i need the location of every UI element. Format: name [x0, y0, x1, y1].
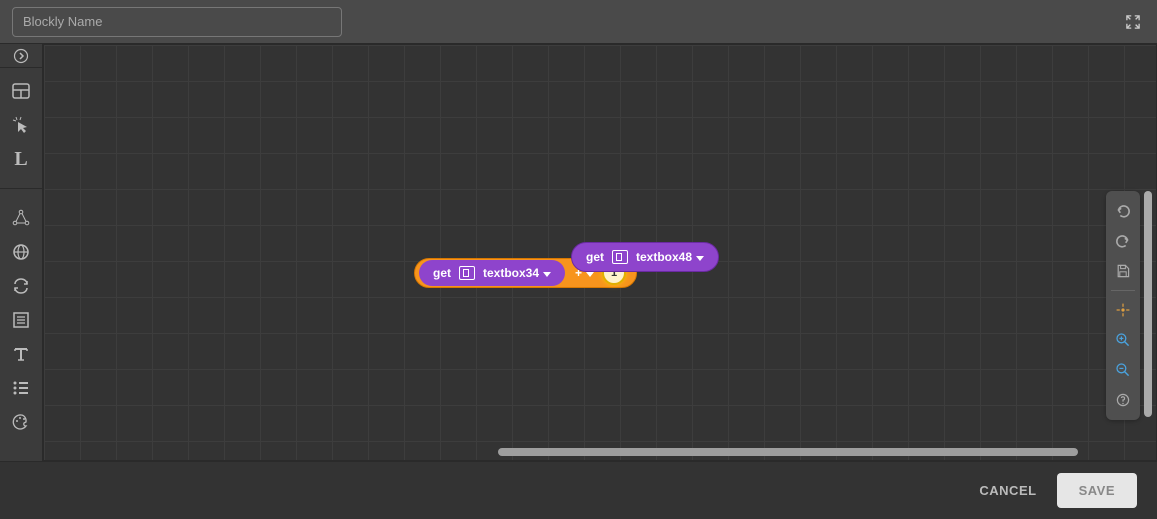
toolbox-item-form[interactable]: [0, 303, 42, 337]
get-variable-block-1[interactable]: get textbox34: [419, 260, 565, 286]
letter-l-icon: L: [14, 148, 27, 171]
globe-icon: [11, 242, 31, 262]
zoom-out-button[interactable]: [1109, 356, 1137, 384]
fullscreen-button[interactable]: [1123, 12, 1143, 32]
horizontal-scrollbar[interactable]: [498, 448, 1078, 456]
blockly-workspace[interactable]: get textbox34 + 1 get textbox48: [43, 44, 1157, 461]
toolbox-divider: [0, 188, 42, 189]
variable-dropdown-1[interactable]: textbox34: [479, 266, 555, 280]
get-label: get: [582, 250, 608, 264]
workspace-actions-panel: [1106, 191, 1140, 420]
chevron-down-icon: [543, 272, 551, 277]
toolbox-item-shape[interactable]: [0, 201, 42, 235]
toolbox-item-logic[interactable]: L: [0, 142, 42, 176]
textbox-icon: [459, 266, 475, 280]
fullscreen-icon: [1126, 15, 1140, 29]
toolbox-group-1: L: [0, 68, 42, 182]
get-variable-block-2[interactable]: get textbox48: [571, 242, 719, 272]
horizontal-scrollbar-track: [44, 448, 1156, 456]
undo-button[interactable]: [1109, 197, 1137, 225]
chevron-down-icon: [586, 272, 594, 277]
main-area: L: [0, 44, 1157, 461]
vertical-scrollbar[interactable]: [1144, 191, 1152, 417]
chevron-right-circle-icon: [13, 48, 29, 64]
footer-bar: CANCEL SAVE: [0, 461, 1157, 519]
blockly-name-input[interactable]: [12, 7, 342, 37]
zoom-out-icon: [1115, 362, 1131, 378]
zoom-in-button[interactable]: [1109, 326, 1137, 354]
text-icon: [11, 344, 31, 364]
toolbox-item-globe[interactable]: [0, 235, 42, 269]
save-icon: [1115, 263, 1131, 279]
left-toolbox: L: [0, 44, 43, 461]
save-button[interactable]: SAVE: [1057, 473, 1137, 508]
center-button[interactable]: [1109, 296, 1137, 324]
zoom-in-icon: [1115, 332, 1131, 348]
toolbox-item-text[interactable]: [0, 337, 42, 371]
toolbox-item-list[interactable]: [0, 371, 42, 405]
toolbox-item-layout[interactable]: [0, 74, 42, 108]
redo-button[interactable]: [1109, 227, 1137, 255]
triangle-dots-icon: [11, 208, 31, 228]
toolbox-collapse-button[interactable]: [0, 44, 42, 68]
toolbox-item-click[interactable]: [0, 108, 42, 142]
action-divider: [1111, 290, 1135, 291]
layout-icon: [11, 81, 31, 101]
form-icon: [11, 310, 31, 330]
save-workspace-button[interactable]: [1109, 257, 1137, 285]
redo-icon: [1114, 232, 1132, 250]
cancel-button[interactable]: CANCEL: [979, 483, 1036, 498]
palette-icon: [11, 412, 31, 432]
help-button[interactable]: [1109, 386, 1137, 414]
toolbox-item-palette[interactable]: [0, 405, 42, 439]
textbox-icon: [612, 250, 628, 264]
list-icon: [11, 378, 31, 398]
loop-icon: [11, 276, 31, 296]
cursor-click-icon: [11, 115, 31, 135]
get-label: get: [429, 266, 455, 280]
undo-icon: [1114, 202, 1132, 220]
header-bar: [0, 0, 1157, 44]
variable-dropdown-2[interactable]: textbox48: [632, 250, 708, 264]
blockly-editor: L: [0, 0, 1157, 519]
help-icon: [1115, 392, 1131, 408]
toolbox-item-loop[interactable]: [0, 269, 42, 303]
center-target-icon: [1115, 302, 1131, 318]
toolbox-group-2: [0, 195, 42, 445]
chevron-down-icon: [696, 256, 704, 261]
